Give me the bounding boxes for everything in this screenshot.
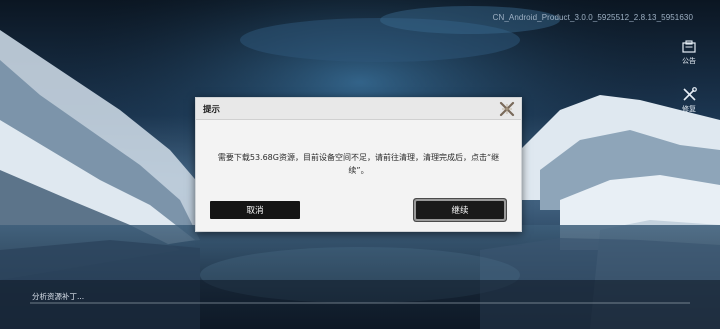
notice-board-icon bbox=[681, 38, 697, 54]
announcement-button[interactable]: 公告 bbox=[675, 38, 703, 66]
dialog-title: 提示 bbox=[203, 105, 221, 115]
repair-button[interactable]: 修复 bbox=[675, 86, 703, 114]
dialog-header: 提示 bbox=[196, 98, 521, 120]
cancel-button[interactable]: 取消 bbox=[210, 201, 300, 219]
prompt-dialog: 提示 需要下载53.68G资源，目前设备空间不足，请前往清理，清理完成后，点击“… bbox=[195, 97, 522, 232]
repair-label: 修复 bbox=[682, 105, 696, 113]
wrench-screwdriver-icon bbox=[681, 86, 697, 102]
close-x-icon[interactable] bbox=[497, 99, 516, 118]
version-label: CN_Android_Product_3.0.0_5925512_2.8.13_… bbox=[492, 13, 693, 22]
continue-button[interactable]: 继续 bbox=[416, 201, 504, 219]
progress-bar bbox=[30, 302, 690, 304]
status-text: 分析资源补丁... bbox=[32, 292, 85, 301]
dialog-message: 需要下载53.68G资源，目前设备空间不足，请前往清理，清理完成后，点击“继续”… bbox=[217, 153, 500, 175]
announcement-label: 公告 bbox=[682, 57, 696, 65]
